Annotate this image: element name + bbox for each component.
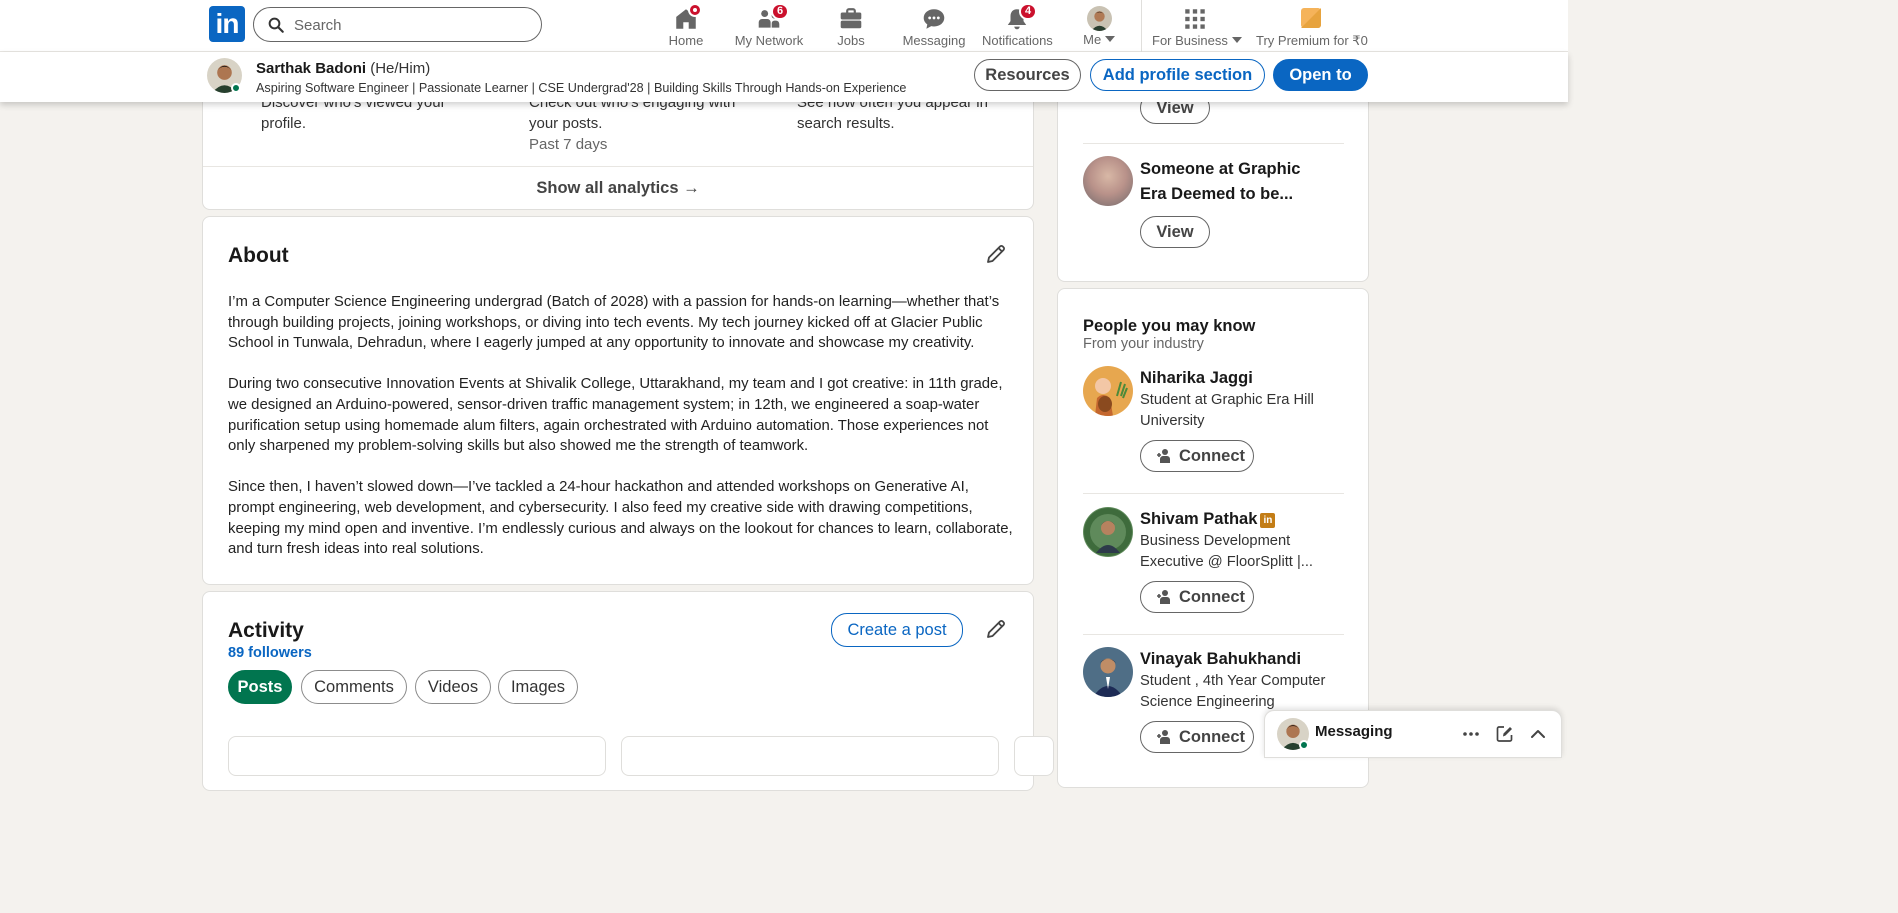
avatar[interactable] [1083,647,1133,697]
messaging-label: Messaging [1315,723,1393,740]
pymk-title: People you may know [1083,317,1256,335]
nav-me[interactable]: Me [1081,2,1117,50]
connect-label: Connect [1179,447,1245,465]
search-input[interactable] [294,14,529,36]
bell-icon: 4 [1004,3,1038,32]
pymk-subtitle: From your industry [1083,336,1204,352]
online-status-dot [231,83,241,93]
messaging-dock[interactable]: Messaging [1264,710,1562,758]
nav-try-premium[interactable]: Try Premium for ₹0 [1256,2,1368,50]
nav-my-network[interactable]: 6 My Network [734,2,804,50]
grid-icon [1182,6,1208,32]
nav-me-label: Me [1083,32,1102,47]
briefcase-icon [838,6,864,32]
activity-card: Activity 89 followers Create a post Post… [202,591,1054,791]
followers-count-link[interactable]: 89 followers [228,645,312,661]
person-headline: Business Development Executive @ FloorSp… [1140,533,1314,570]
connect-button[interactable]: Connect [1140,581,1254,613]
create-post-button[interactable]: Create a post [831,613,963,647]
post-preview-card[interactable] [228,736,606,776]
person-name[interactable]: Vinayak Bahukhandi [1140,650,1301,668]
notifications-badge: 4 [1019,3,1038,20]
home-notification-dot [688,3,702,17]
profile-name: Sarthak Badoni [256,60,367,77]
home-icon [673,3,702,32]
nav-jobs-label: Jobs [837,33,865,48]
nav-messaging-label: Messaging [902,33,966,48]
connect-button[interactable]: Connect [1140,721,1254,753]
nav-messaging[interactable]: Messaging [902,2,966,50]
about-title: About [228,244,289,267]
avatar[interactable] [1083,156,1133,206]
divider [1083,493,1344,494]
profile-headline: Aspiring Software Engineer | Passionate … [256,81,907,95]
open-to-button[interactable]: Open to [1273,59,1368,91]
more-options-icon[interactable] [1461,724,1481,744]
person-name[interactable]: Shivam Pathak [1140,510,1257,528]
nav-notifications[interactable]: 4 Notifications [982,2,1053,50]
tab-posts[interactable]: Posts [228,670,292,704]
show-all-analytics-link[interactable]: Show all analytics → [203,167,1033,209]
about-paragraph: Since then, I haven’t slowed down—I’ve t… [228,479,1013,558]
chat-icon [921,6,947,32]
divider [1083,143,1344,144]
search-icon [268,17,284,33]
add-person-icon [1157,590,1170,604]
nav-divider [1141,0,1142,52]
network-badge: 6 [771,3,790,20]
chevron-down-icon [1104,36,1115,42]
profile-pronouns: (He/Him) [370,60,431,77]
analytics-item-subtext: Past 7 days [529,136,608,153]
people-icon: 6 [756,3,790,32]
avatar[interactable] [1083,507,1133,557]
linkedin-premium-badge-icon: in [1260,513,1276,528]
person-name[interactable]: Niharika Jaggi [1140,369,1253,387]
nav-try-premium-label: Try Premium for ₹0 [1256,33,1368,48]
nav-my-network-label: My Network [734,33,804,48]
activity-title: Activity [228,619,304,642]
tab-videos[interactable]: Videos [415,670,491,704]
nav-for-business-label: For Business [1152,33,1228,48]
nav-jobs[interactable]: Jobs [833,2,869,50]
view-button[interactable]: View [1140,216,1210,248]
nav-notifications-label: Notifications [982,33,1053,48]
connect-label: Connect [1179,728,1245,746]
nav-home-label: Home [668,33,704,48]
tab-images[interactable]: Images [498,670,578,704]
about-paragraph: I’m a Computer Science Engineering under… [228,294,1000,352]
chevron-down-icon [1231,37,1242,43]
avatar[interactable] [1083,366,1133,416]
person-headline: Student , 4th Year Computer Science Engi… [1140,673,1326,710]
premium-icon [1298,6,1324,32]
person-headline: Student at Graphic Era Hill University [1140,392,1314,429]
about-text: I’m a Computer Science Engineering under… [228,292,1018,580]
me-avatar [1086,6,1112,31]
add-person-icon [1157,730,1170,744]
connect-label: Connect [1179,588,1245,606]
tab-comments[interactable]: Comments [301,670,407,704]
viewer-name[interactable]: Someone at Graphic Era Deemed to be... [1140,157,1330,207]
resources-button[interactable]: Resources [974,59,1081,91]
about-card: About I’m a Computer Science Engineering… [202,216,1034,585]
post-preview-card[interactable] [1014,736,1054,776]
compose-icon[interactable] [1495,724,1515,744]
linkedin-logo[interactable]: in [209,6,245,42]
online-status-dot [1299,740,1309,750]
nav-for-business[interactable]: For Business [1152,2,1242,50]
chevron-up-icon[interactable] [1528,724,1548,744]
about-paragraph: During two consecutive Innovation Events… [228,376,1003,455]
pencil-icon[interactable] [984,242,1008,266]
sticky-profile-header: Sarthak Badoni (He/Him) Aspiring Softwar… [0,52,1568,102]
add-person-icon [1157,449,1170,463]
connect-button[interactable]: Connect [1140,440,1254,472]
post-preview-card[interactable] [621,736,999,776]
pencil-icon[interactable] [984,617,1008,641]
global-nav: in Home 6 My Network Jobs Messaging [0,0,1568,52]
nav-home[interactable]: Home [664,2,708,50]
divider [1083,634,1344,635]
search-box[interactable] [253,7,542,42]
add-profile-section-button[interactable]: Add profile section [1090,59,1265,91]
